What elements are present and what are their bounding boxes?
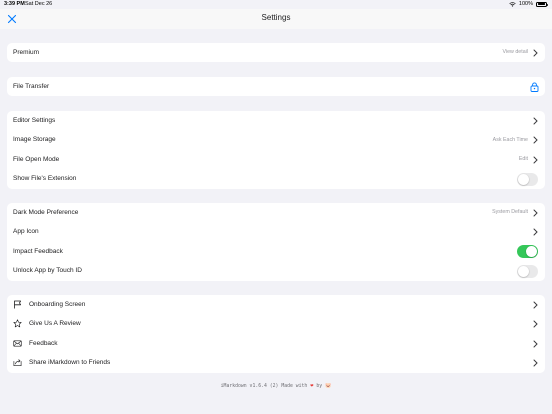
lock-icon	[530, 81, 539, 92]
footer-text: iMarkdown v1.6.4 (2) Made with	[220, 384, 308, 389]
envelope-icon	[13, 340, 22, 347]
status-bar: 3:39 PM Sat Dec 26 100%	[0, 0, 552, 9]
impact-feedback-toggle[interactable]	[517, 245, 538, 259]
battery-percent: 100%	[518, 1, 533, 7]
editor-settings-label: Editor Settings	[13, 117, 56, 124]
nav-bar: Settings	[0, 9, 552, 29]
app-icon-label: App Icon	[13, 228, 39, 236]
app-group: Dark Mode Preference System Default App …	[7, 203, 545, 281]
premium-detail: View detail	[502, 49, 528, 56]
image-storage-label: Image Storage	[13, 136, 56, 144]
dark-mode-row[interactable]: Dark Mode Preference System Default	[7, 203, 545, 222]
share-row[interactable]: Share iMarkdown to Friends	[7, 353, 545, 372]
editor-group: Editor Settings Image Storage Ask Each T…	[7, 111, 545, 189]
feedback-label: Feedback	[29, 339, 58, 347]
chevron-right-icon	[533, 49, 538, 57]
premium-group: Premium View detail	[7, 43, 545, 63]
chevron-right-icon	[533, 320, 538, 328]
share-label: Share iMarkdown to Friends	[29, 359, 111, 367]
premium-row[interactable]: Premium View detail	[7, 43, 545, 62]
flag-icon	[14, 300, 21, 309]
heart-icon: ❤	[310, 383, 314, 389]
chevron-right-icon	[533, 117, 538, 125]
review-row[interactable]: Give Us A Review	[7, 314, 545, 333]
status-time: 3:39 PM	[4, 1, 25, 7]
file-transfer-group: File Transfer	[7, 77, 545, 97]
file-open-mode-label: File Open Mode	[13, 155, 60, 163]
footer-by: by	[316, 384, 323, 389]
share-icon	[13, 359, 22, 367]
touch-id-row: Unlock App by Touch ID	[7, 261, 545, 280]
dark-mode-label: Dark Mode Preference	[13, 209, 79, 216]
chevron-right-icon	[533, 301, 538, 309]
status-date: Sat Dec 26	[25, 1, 53, 7]
star-icon	[13, 319, 22, 328]
pig-icon: 🐷	[325, 383, 332, 389]
file-transfer-row[interactable]: File Transfer	[7, 77, 545, 96]
chevron-right-icon	[533, 228, 538, 236]
show-extension-row: Show File's Extension	[7, 169, 545, 188]
onboarding-row[interactable]: Onboarding Screen	[7, 295, 545, 314]
impact-feedback-row: Impact Feedback	[7, 242, 545, 261]
footer-credit: iMarkdown v1.6.4 (2) Made with ❤ by 🐷	[0, 383, 552, 389]
image-storage-detail: Ask Each Time	[492, 136, 528, 143]
chevron-right-icon	[533, 209, 538, 217]
onboarding-label: Onboarding Screen	[29, 301, 86, 308]
review-label: Give Us A Review	[29, 320, 81, 328]
file-open-mode-detail: Edit	[518, 156, 528, 163]
chevron-right-icon	[533, 156, 538, 164]
show-extension-toggle[interactable]	[517, 172, 538, 186]
file-transfer-label: File Transfer	[13, 83, 50, 90]
page-title: Settings	[261, 13, 291, 22]
touch-id-label: Unlock App by Touch ID	[13, 267, 82, 275]
impact-feedback-label: Impact Feedback	[13, 247, 63, 255]
chevron-right-icon	[533, 136, 538, 144]
battery-icon	[536, 1, 548, 7]
image-storage-row[interactable]: Image Storage Ask Each Time	[7, 130, 545, 149]
editor-settings-row[interactable]: Editor Settings	[7, 111, 545, 130]
misc-group: Onboarding Screen Give Us A Review Feedb…	[7, 295, 545, 373]
feedback-row[interactable]: Feedback	[7, 334, 545, 353]
touch-id-toggle[interactable]	[517, 264, 538, 278]
dark-mode-detail: System Default	[492, 209, 528, 216]
premium-label: Premium	[13, 49, 40, 56]
file-open-mode-row[interactable]: File Open Mode Edit	[7, 150, 545, 169]
wifi-icon	[509, 1, 516, 7]
status-right: 100%	[509, 1, 548, 7]
chevron-right-icon	[533, 359, 538, 367]
show-extension-label: Show File's Extension	[13, 175, 77, 183]
chevron-right-icon	[533, 340, 538, 348]
app-icon-row[interactable]: App Icon	[7, 222, 545, 241]
